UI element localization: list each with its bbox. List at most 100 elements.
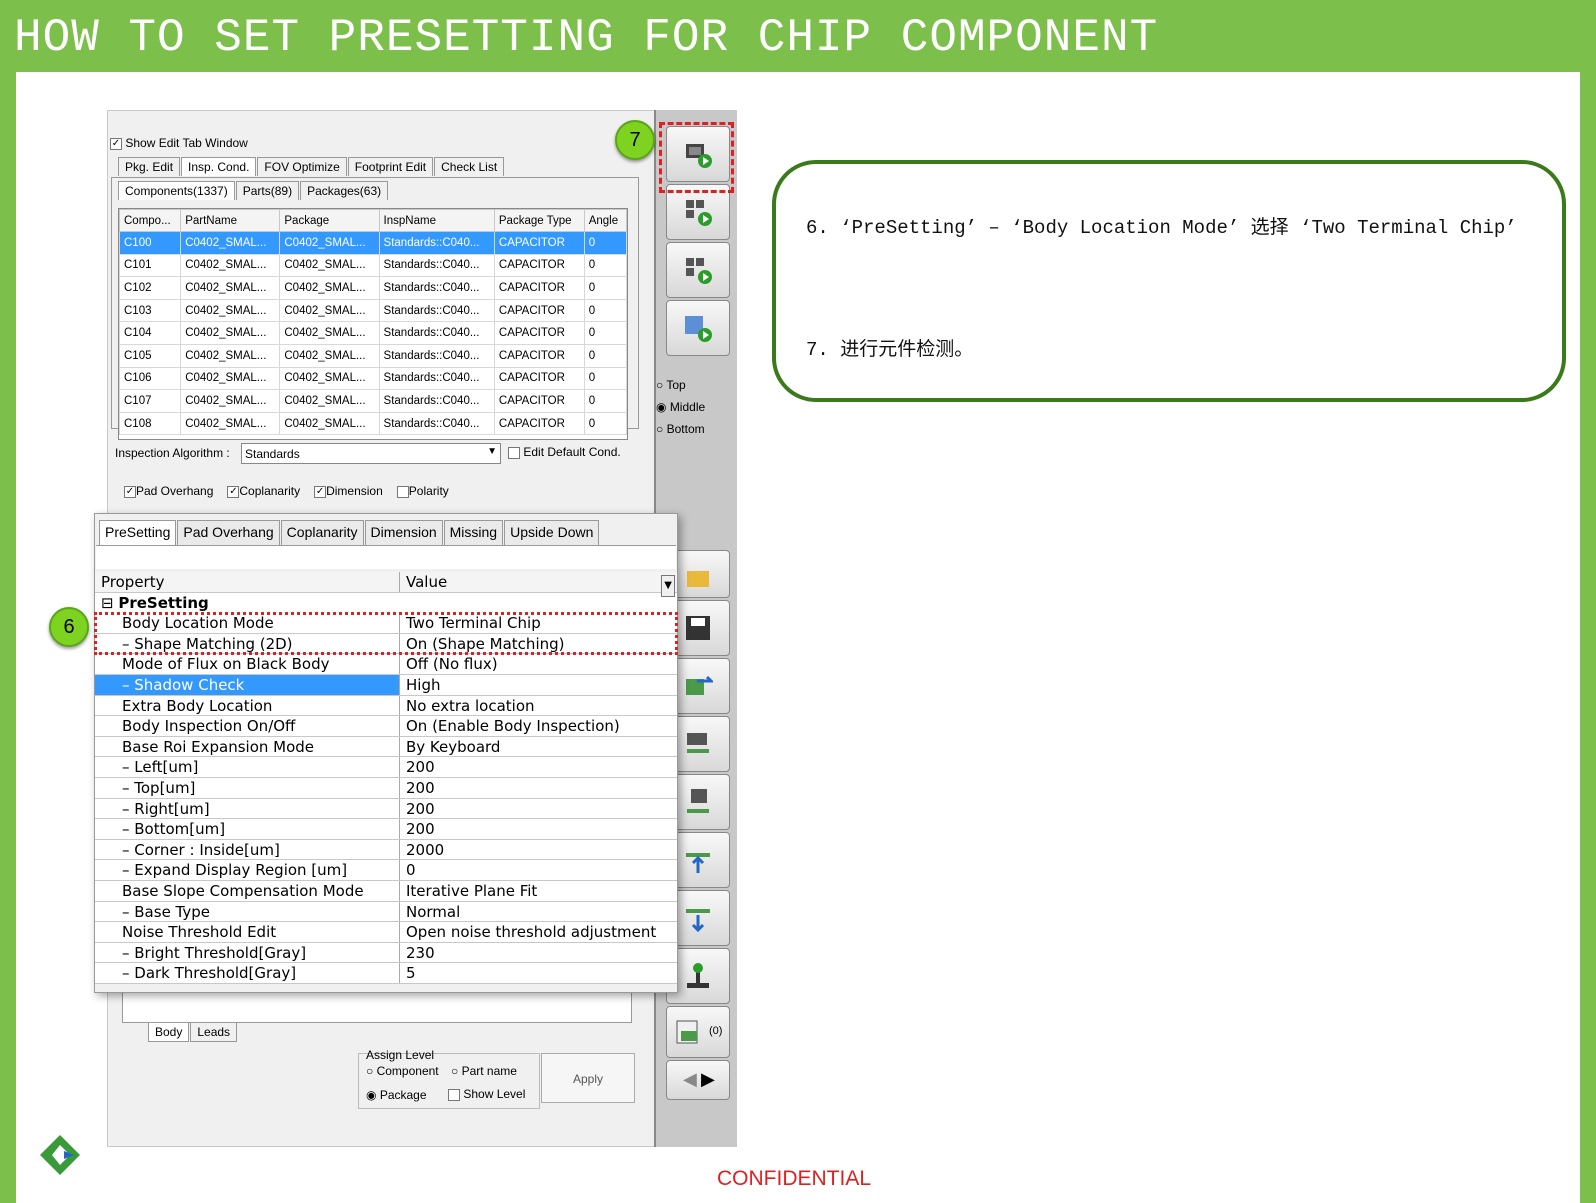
table-row[interactable]: C100 C0402_SMAL... C0402_SMAL... Standards:… (119, 231, 627, 255)
radio-part-name[interactable]: ○ Part name (451, 1064, 517, 1078)
property-row[interactable]: – Base Type Normal (95, 901, 677, 923)
radio-package[interactable]: ◉ Package (366, 1088, 427, 1102)
property-row[interactable]: – Corner : Inside[um] 2000 (95, 839, 677, 861)
table-row[interactable]: C101 C0402_SMAL... C0402_SMAL... Standards:… (119, 253, 627, 278)
tab-packages[interactable]: Packages(63) (300, 181, 389, 200)
inspect-board-button[interactable] (666, 300, 730, 356)
property-row[interactable]: – Dark Threshold[Gray] 5 (95, 963, 677, 984)
table-row[interactable]: C105 C0402_SMAL... C0402_SMAL... Standards:… (119, 343, 627, 368)
col-package-type[interactable]: Package Type (493, 209, 585, 232)
property-value[interactable]: Normal (400, 902, 677, 922)
col-angle[interactable]: Angle (583, 209, 627, 232)
checkbox-icon[interactable]: ✓ (110, 137, 122, 150)
property-row[interactable]: Body Inspection On/Off On (Enable Body In… (95, 716, 677, 737)
property-row[interactable]: Extra Body Location No extra location (95, 695, 677, 717)
table-cell: Standards::C040... (378, 343, 495, 368)
radio-bottom[interactable]: ○ Bottom (656, 422, 705, 436)
property-value[interactable]: 200 (400, 778, 677, 798)
note-step-6: 6. ‘PreSetting’ – ‘Body Location Mode’ 选… (806, 217, 1517, 239)
arrow-left-icon[interactable]: ◀ (683, 1069, 697, 1090)
property-row[interactable]: – Left[um] 200 (95, 757, 677, 778)
property-row[interactable]: – Expand Display Region [um] 0 (95, 860, 677, 881)
apply-button[interactable]: Apply (541, 1053, 635, 1103)
property-value[interactable]: Off (No flux) (400, 654, 677, 674)
property-value[interactable]: 2000 (400, 840, 677, 860)
table-row[interactable]: C104 C0402_SMAL... C0402_SMAL... Standards:… (119, 321, 627, 345)
property-name: Extra Body Location (95, 695, 400, 716)
check-dimension[interactable]: ✓ Dimension (314, 484, 383, 498)
property-name: – Bright Threshold[Gray] (95, 942, 400, 963)
show-edit-tab-row[interactable]: ✓ Show Edit Tab Window (110, 136, 248, 150)
tab-body[interactable]: Body (148, 1023, 190, 1042)
property-value[interactable]: 200 (400, 799, 677, 819)
group-presetting[interactable]: ⊟ PreSetting (95, 593, 400, 614)
property-value[interactable]: By Keyboard (400, 737, 677, 757)
table-row[interactable]: C106 C0402_SMAL... C0402_SMAL... Standards:… (119, 366, 627, 391)
table-row[interactable]: C103 C0402_SMAL... C0402_SMAL... Standards:… (119, 298, 627, 323)
table-cell: C0402_SMAL... (180, 321, 281, 345)
property-value[interactable]: 230 (400, 943, 677, 963)
tab-fov-optimize[interactable]: FOV Optimize (257, 157, 347, 176)
property-row[interactable]: – Bright Threshold[Gray] 230 (95, 942, 677, 964)
property-value[interactable]: High (400, 675, 677, 695)
property-row[interactable]: – Right[um] 200 (95, 798, 677, 820)
col-package[interactable]: Package (279, 209, 380, 232)
show-level-check[interactable]: Show Level (448, 1087, 525, 1101)
check-pad-overhang[interactable]: ✓ Pad Overhang (124, 484, 213, 498)
tab-insp-cond[interactable]: Insp. Cond. (181, 157, 257, 176)
tab-footprint-edit[interactable]: Footprint Edit (347, 157, 434, 176)
property-name: – Bottom[um] (95, 819, 400, 839)
insp-algo-select[interactable]: Standards ▼ (241, 443, 501, 464)
report-button[interactable]: (0) (666, 1006, 730, 1058)
property-row[interactable]: Base Slope Compensation Mode Iterative Pl… (95, 880, 677, 902)
property-row[interactable]: – Top[um] 200 (95, 777, 677, 799)
tab-components[interactable]: Components(1337) (118, 181, 235, 200)
property-row[interactable]: Noise Threshold Edit Open noise threshold… (95, 922, 677, 943)
tab-upside-down[interactable]: Upside Down (504, 520, 600, 546)
property-value[interactable]: 200 (400, 757, 677, 777)
property-value[interactable]: No extra location (400, 696, 677, 716)
col-partname[interactable]: PartName (180, 209, 281, 232)
radio-middle[interactable]: ◉ Middle (656, 400, 705, 414)
table-cell: C102 (119, 276, 182, 300)
property-row[interactable]: Base Roi Expansion Mode By Keyboard (95, 736, 677, 758)
inspect-package-button[interactable] (666, 242, 730, 298)
property-value[interactable]: Iterative Plane Fit (400, 881, 677, 901)
checkbox-icon[interactable] (508, 446, 520, 459)
edit-default-row[interactable]: Edit Default Cond. (508, 445, 621, 459)
arrow-right-icon[interactable]: ▶ (701, 1069, 715, 1090)
col-property: Property (95, 572, 400, 592)
tab-pad-overhang[interactable]: Pad Overhang (177, 520, 280, 546)
tab-presetting[interactable]: PreSetting (99, 520, 177, 546)
tab-coplanarity[interactable]: Coplanarity (280, 520, 364, 546)
tab-parts[interactable]: Parts(89) (235, 181, 300, 200)
tab-dimension[interactable]: Dimension (364, 520, 443, 546)
table-row[interactable]: C108 C0402_SMAL... C0402_SMAL... Standards:… (119, 411, 627, 436)
check-coplanarity[interactable]: ✓ Coplanarity (227, 484, 300, 498)
tab-leads[interactable]: Leads (190, 1023, 238, 1042)
table-cell: C0402_SMAL... (180, 231, 281, 255)
property-value[interactable]: 0 (400, 860, 677, 880)
export-icon (686, 675, 713, 695)
table-row[interactable]: C102 C0402_SMAL... C0402_SMAL... Standards:… (119, 276, 627, 300)
radio-top[interactable]: ○ Top (656, 378, 686, 392)
property-value[interactable]: Open noise threshold adjustment (400, 922, 677, 942)
property-value[interactable]: 200 (400, 819, 677, 839)
property-value[interactable]: 5 (400, 963, 677, 983)
property-row[interactable]: – Bottom[um] 200 (95, 819, 677, 840)
radio-component[interactable]: ○ Component (366, 1064, 439, 1078)
table-row[interactable]: C107 C0402_SMAL... C0402_SMAL... Standards:… (119, 389, 627, 413)
col-inspname[interactable]: InspName (378, 209, 495, 232)
table-cell: C0402_SMAL... (180, 298, 281, 323)
chevron-down-icon[interactable]: ▼ (661, 575, 675, 597)
navigate-button[interactable]: ◀ ▶ (666, 1060, 730, 1100)
property-row[interactable]: Mode of Flux on Black Body Off (No flux) (95, 654, 677, 675)
check-polarity[interactable]: Polarity (396, 484, 449, 498)
tab-missing[interactable]: Missing (443, 520, 504, 546)
tab-pkg-edit[interactable]: Pkg. Edit (118, 157, 181, 176)
property-name: – Dark Threshold[Gray] (95, 963, 400, 983)
tab-check-list[interactable]: Check List (434, 157, 505, 176)
property-value[interactable]: On (Enable Body Inspection) (400, 716, 677, 736)
col-component[interactable]: Compo... (119, 209, 182, 232)
property-row[interactable]: – Shadow Check High ▼ (95, 575, 677, 696)
